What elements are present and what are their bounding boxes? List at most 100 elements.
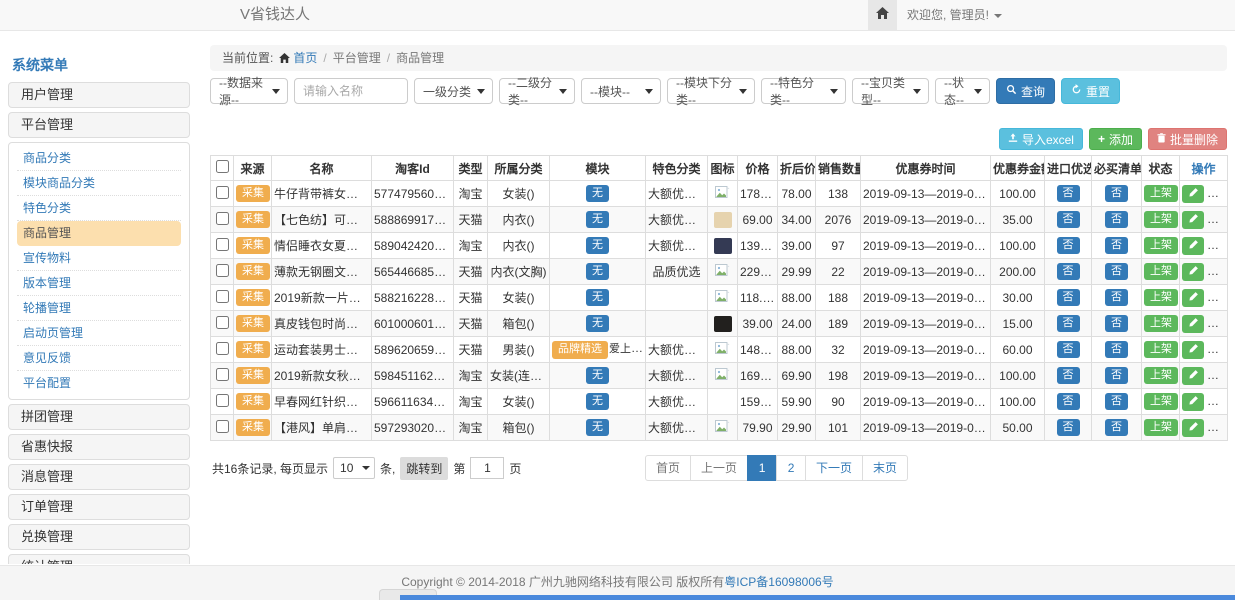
must-buy-toggle[interactable]: 否 [1105, 367, 1128, 384]
add-button[interactable]: + 添加 [1089, 128, 1142, 150]
edit-button[interactable] [1182, 315, 1204, 333]
module-badge[interactable]: 无 [586, 367, 609, 384]
sidebar-section-header[interactable]: 统计管理 [8, 554, 190, 564]
must-buy-toggle[interactable]: 否 [1105, 211, 1128, 228]
page-size-select[interactable]: 10 [333, 457, 375, 479]
row-checkbox[interactable] [216, 420, 229, 433]
icp-link[interactable]: 粤ICP备16098006号 [724, 575, 833, 589]
row-checkbox[interactable] [216, 264, 229, 277]
row-checkbox[interactable] [216, 290, 229, 303]
module-badge[interactable]: 无 [586, 185, 609, 202]
edit-button[interactable] [1182, 367, 1204, 385]
status-badge[interactable]: 上架 [1144, 263, 1178, 280]
filter-select[interactable]: 一级分类 [414, 78, 493, 104]
select-all-checkbox[interactable] [216, 160, 229, 173]
status-badge[interactable]: 上架 [1144, 237, 1178, 254]
edit-button[interactable] [1182, 341, 1204, 359]
row-checkbox[interactable] [216, 394, 229, 407]
home-button[interactable] [868, 0, 897, 30]
module-badge[interactable]: 无 [586, 419, 609, 436]
status-badge[interactable]: 上架 [1144, 419, 1178, 436]
filter-select[interactable]: --特色分类-- [761, 78, 846, 104]
imported-toggle[interactable]: 否 [1057, 237, 1080, 254]
sidebar-item[interactable]: 模块商品分类 [17, 171, 181, 196]
sidebar-item[interactable]: 轮播管理 [17, 296, 181, 321]
status-badge[interactable]: 上架 [1144, 185, 1178, 202]
must-buy-toggle[interactable]: 否 [1105, 185, 1128, 202]
sidebar-section-header[interactable]: 消息管理 [8, 464, 190, 490]
sidebar-item[interactable]: 特色分类 [17, 196, 181, 221]
edit-button[interactable] [1182, 393, 1204, 411]
page-button-1[interactable]: 1 [747, 455, 777, 481]
edit-button[interactable] [1182, 419, 1204, 437]
edit-button[interactable] [1182, 211, 1204, 229]
edit-button[interactable] [1182, 237, 1204, 255]
sidebar-section-header[interactable]: 订单管理 [8, 494, 190, 520]
reset-button[interactable]: 重置 [1061, 78, 1120, 104]
filter-select[interactable]: --宝贝类型-- [852, 78, 929, 104]
sidebar-item[interactable]: 版本管理 [17, 271, 181, 296]
status-badge[interactable]: 上架 [1144, 315, 1178, 332]
module-badge[interactable]: 无 [586, 237, 609, 254]
must-buy-toggle[interactable]: 否 [1105, 263, 1128, 280]
status-badge[interactable]: 上架 [1144, 289, 1178, 306]
import-excel-button[interactable]: 导入excel [999, 128, 1083, 150]
status-badge[interactable]: 上架 [1144, 341, 1178, 358]
user-menu[interactable]: 欢迎您, 管理员! [907, 0, 1002, 30]
filter-select[interactable]: --状态-- [935, 78, 990, 104]
sidebar-item[interactable]: 商品分类 [17, 146, 181, 171]
row-checkbox[interactable] [216, 342, 229, 355]
edit-button[interactable] [1182, 185, 1204, 203]
sidebar-section-header[interactable]: 兑换管理 [8, 524, 190, 550]
row-checkbox[interactable] [216, 316, 229, 329]
imported-toggle[interactable]: 否 [1057, 341, 1080, 358]
sidebar-item[interactable]: 意见反馈 [17, 346, 181, 371]
page-button-上一页[interactable]: 上一页 [690, 455, 748, 481]
sidebar-section-header[interactable]: 省惠快报 [8, 434, 190, 460]
page-button-2[interactable]: 2 [776, 455, 806, 481]
imported-toggle[interactable]: 否 [1057, 367, 1080, 384]
sidebar-section-header[interactable]: 拼团管理 [8, 404, 190, 430]
must-buy-toggle[interactable]: 否 [1105, 419, 1128, 436]
module-badge[interactable]: 品牌精选 [552, 341, 608, 358]
imported-toggle[interactable]: 否 [1057, 419, 1080, 436]
jump-to-button[interactable]: 跳转到 [400, 457, 448, 480]
must-buy-toggle[interactable]: 否 [1105, 289, 1128, 306]
sidebar-item[interactable]: 平台配置 [17, 371, 181, 396]
row-checkbox[interactable] [216, 186, 229, 199]
module-badge[interactable]: 无 [586, 315, 609, 332]
filter-select[interactable]: --模块下分类-- [667, 78, 755, 104]
edit-button[interactable] [1182, 263, 1204, 281]
row-checkbox[interactable] [216, 368, 229, 381]
filter-select[interactable]: --二级分类-- [499, 78, 575, 104]
filter-select[interactable]: --模块-- [581, 78, 661, 104]
must-buy-toggle[interactable]: 否 [1105, 237, 1128, 254]
imported-toggle[interactable]: 否 [1057, 263, 1080, 280]
page-button-末页[interactable]: 末页 [862, 455, 908, 481]
row-checkbox[interactable] [216, 212, 229, 225]
module-badge[interactable]: 无 [586, 263, 609, 280]
imported-toggle[interactable]: 否 [1057, 289, 1080, 306]
filter-select[interactable]: --数据来源-- [210, 78, 288, 104]
status-badge[interactable]: 上架 [1144, 367, 1178, 384]
page-button-下一页[interactable]: 下一页 [805, 455, 863, 481]
imported-toggle[interactable]: 否 [1057, 211, 1080, 228]
module-badge[interactable]: 无 [586, 289, 609, 306]
module-badge[interactable]: 无 [586, 393, 609, 410]
imported-toggle[interactable]: 否 [1057, 393, 1080, 410]
imported-toggle[interactable]: 否 [1057, 185, 1080, 202]
query-button[interactable]: 查询 [996, 78, 1055, 104]
page-button-首页[interactable]: 首页 [645, 455, 691, 481]
batch-delete-button[interactable]: 批量删除 [1148, 128, 1227, 150]
must-buy-toggle[interactable]: 否 [1105, 393, 1128, 410]
status-badge[interactable]: 上架 [1144, 211, 1178, 228]
sidebar-item[interactable]: 启动页管理 [17, 321, 181, 346]
imported-toggle[interactable]: 否 [1057, 315, 1080, 332]
sidebar-section-header[interactable]: 平台管理 [8, 112, 190, 138]
edit-button[interactable] [1182, 289, 1204, 307]
breadcrumb-home-link[interactable]: 首页 [293, 51, 317, 65]
page-number-input[interactable] [470, 457, 504, 479]
must-buy-toggle[interactable]: 否 [1105, 341, 1128, 358]
sidebar-section-header[interactable]: 用户管理 [8, 82, 190, 108]
sidebar-item[interactable]: 宣传物料 [17, 246, 181, 271]
